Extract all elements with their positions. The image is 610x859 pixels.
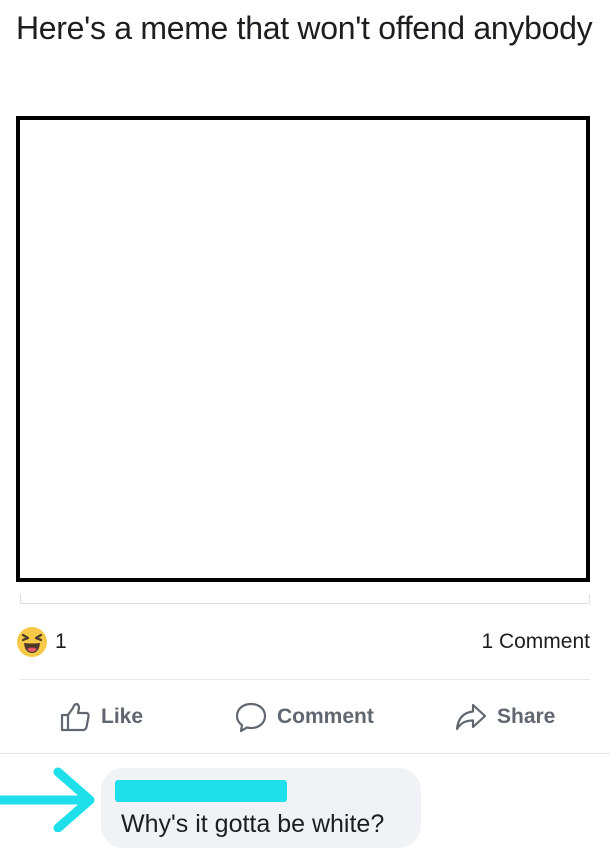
laughing-face-icon[interactable] xyxy=(16,626,48,658)
post-stats: 1 1 Comment xyxy=(16,620,592,664)
stats-divider xyxy=(20,679,590,680)
comment-button[interactable]: Comment xyxy=(234,692,374,742)
actions-divider xyxy=(0,753,610,754)
facebook-post: Here's a meme that won't offend anybody … xyxy=(0,0,610,859)
share-button[interactable]: Share xyxy=(454,692,555,742)
like-button[interactable]: Like xyxy=(58,692,143,742)
like-label: Like xyxy=(101,705,144,728)
comment-section: Why's it gotta be white? xyxy=(0,758,610,859)
comment-bubble[interactable]: Why's it gotta be white? xyxy=(101,768,421,848)
speech-bubble-icon xyxy=(235,702,267,733)
redacted-commenter-name xyxy=(115,780,287,802)
cyan-arrow-icon xyxy=(0,767,95,832)
comment-label: Comment xyxy=(277,705,374,728)
thumbs-up-icon xyxy=(60,702,90,732)
image-footer-strip xyxy=(20,594,590,604)
share-arrow-icon xyxy=(455,703,487,731)
post-text: Here's a meme that won't offend anybody xyxy=(16,10,593,46)
post-actions: Like Comment Share xyxy=(0,692,610,742)
meme-image[interactable] xyxy=(16,116,590,582)
comment-text: Why's it gotta be white? xyxy=(121,810,385,838)
reaction-count[interactable]: 1 xyxy=(55,630,67,654)
share-label: Share xyxy=(497,705,556,728)
comment-count-link[interactable]: 1 Comment xyxy=(481,630,590,654)
